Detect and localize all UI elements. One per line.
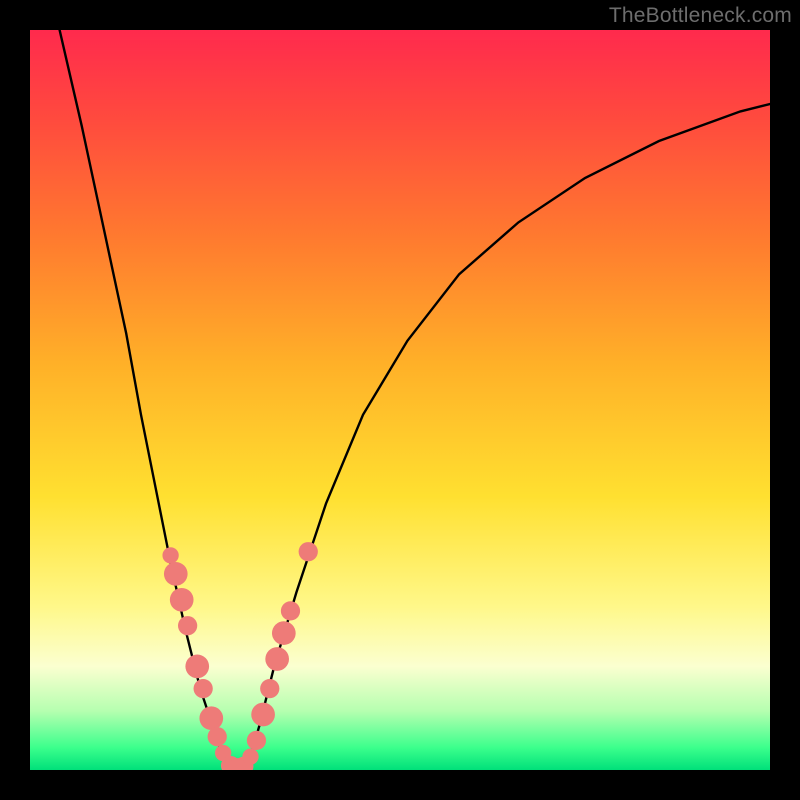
sample-dot	[242, 749, 258, 765]
sample-dot	[281, 601, 300, 620]
sample-dot	[272, 621, 296, 645]
sample-dots-group	[162, 542, 317, 770]
sample-dot	[265, 647, 289, 671]
curve-layer	[30, 30, 770, 770]
sample-dot	[170, 588, 194, 612]
sample-dot	[208, 727, 227, 746]
sample-dot	[299, 542, 318, 561]
sample-dot	[260, 679, 279, 698]
curve-right-arm	[247, 104, 770, 770]
sample-dot	[247, 731, 266, 750]
sample-dot	[164, 562, 188, 586]
sample-dot	[251, 703, 275, 727]
watermark-text: TheBottleneck.com	[609, 4, 792, 28]
sample-dot	[199, 706, 223, 730]
sample-dot	[178, 616, 197, 635]
sample-dot	[185, 655, 209, 679]
plot-area	[30, 30, 770, 770]
sample-dot	[162, 547, 178, 563]
sample-dot	[194, 679, 213, 698]
chart-frame: TheBottleneck.com	[0, 0, 800, 800]
